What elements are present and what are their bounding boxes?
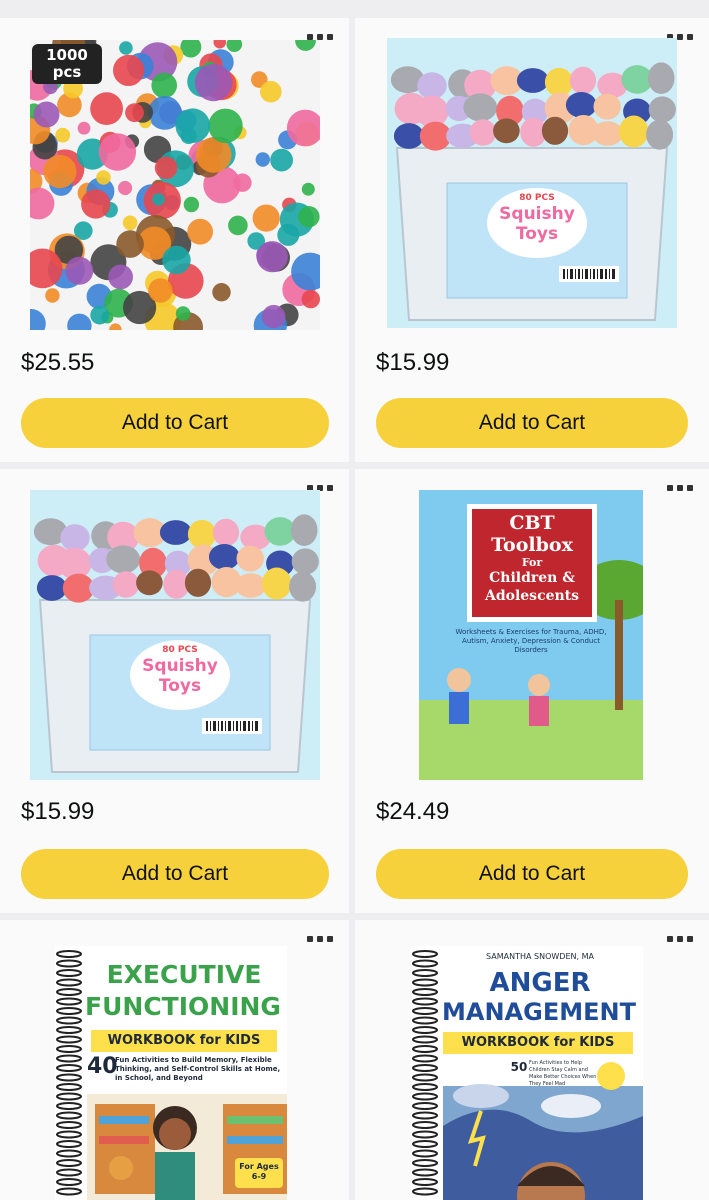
book-title-line-2: Toolbox bbox=[491, 534, 573, 556]
book-title-line-2: FUNCTIONING bbox=[85, 992, 281, 1021]
add-to-cart-button[interactable]: Add to Cart bbox=[376, 398, 688, 448]
box-title-line-1: Squishy bbox=[499, 204, 575, 224]
box-count-label: 80 PCS bbox=[519, 193, 555, 203]
product-grid: 1000 pcs $25.55 Add to Cart 80 PCS Squis… bbox=[0, 0, 709, 1200]
product-card[interactable]: 1000 pcs $25.55 Add to Cart bbox=[0, 18, 349, 462]
add-to-cart-button[interactable]: Add to Cart bbox=[376, 849, 688, 899]
product-price: $15.99 bbox=[376, 349, 450, 376]
product-card[interactable]: EXECUTIVE FUNCTIONING WORKBOOK for KIDS … bbox=[0, 920, 349, 1200]
product-card[interactable]: CBT Toolbox For Children & Adolescents W… bbox=[355, 469, 709, 913]
product-image[interactable]: SAMANTHA SNOWDEN, MA ANGER MANAGEMENT WO… bbox=[411, 946, 643, 1200]
box-title-line-2: Toys bbox=[158, 676, 202, 696]
product-card[interactable]: 80 PCS Squishy Toys $15.99 Add to Cart bbox=[0, 469, 349, 913]
box-title-line-1: Squishy bbox=[142, 656, 218, 676]
product-image[interactable]: 1000 pcs bbox=[30, 40, 320, 330]
book-title-line-3: WORKBOOK for KIDS bbox=[107, 1033, 261, 1048]
book-title-line-1: EXECUTIVE bbox=[106, 960, 262, 989]
box-count-label: 80 PCS bbox=[162, 645, 198, 655]
activities-count: 40 bbox=[87, 1054, 118, 1079]
product-image[interactable]: 80 PCS Squishy Toys bbox=[387, 38, 677, 328]
more-options-icon[interactable] bbox=[667, 485, 693, 491]
book-title-line-1: ANGER bbox=[489, 968, 591, 998]
box-title-line-2: Toys bbox=[515, 224, 559, 244]
product-price: $24.49 bbox=[376, 798, 450, 825]
product-image[interactable]: CBT Toolbox For Children & Adolescents W… bbox=[419, 490, 643, 780]
more-options-icon[interactable] bbox=[667, 936, 693, 942]
product-card[interactable]: 80 PCS Squishy Toys $15.99 Add to Cart bbox=[355, 18, 709, 462]
book-subtitle: Fun Activities to Build Memory, Flexible… bbox=[115, 1056, 281, 1082]
book-title-line-5: Adolescents bbox=[484, 588, 580, 604]
squishy-box-illustration bbox=[387, 38, 677, 328]
book-author: SAMANTHA SNOWDEN, MA bbox=[486, 952, 594, 961]
ages-label: For Ages 6-9 bbox=[239, 1162, 279, 1181]
book-title-line-3: WORKBOOK for KIDS bbox=[461, 1035, 615, 1050]
add-to-cart-button[interactable]: Add to Cart bbox=[21, 849, 329, 899]
book-title-line-2: MANAGEMENT bbox=[442, 998, 636, 1026]
add-to-cart-button[interactable]: Add to Cart bbox=[21, 398, 329, 448]
pieces-badge: 1000 pcs bbox=[32, 44, 102, 84]
book-subtitle: Fun Activities to Help Children Stay Cal… bbox=[529, 1060, 597, 1087]
product-card[interactable]: SAMANTHA SNOWDEN, MA ANGER MANAGEMENT WO… bbox=[355, 920, 709, 1200]
activities-count: 50 bbox=[510, 1060, 528, 1074]
product-price: $15.99 bbox=[21, 798, 95, 825]
product-image[interactable]: EXECUTIVE FUNCTIONING WORKBOOK for KIDS … bbox=[55, 946, 287, 1200]
book-title-line-1: CBT bbox=[509, 512, 555, 534]
squishy-box-illustration bbox=[30, 490, 320, 780]
book-title-line-3: For bbox=[521, 556, 543, 569]
book-title-line-4: Children & bbox=[489, 570, 575, 586]
product-image[interactable]: 80 PCS Squishy Toys bbox=[30, 490, 320, 780]
product-price: $25.55 bbox=[21, 349, 95, 376]
more-options-icon[interactable] bbox=[307, 936, 333, 942]
book-subtitle: Worksheets & Exercises for Trauma, ADHD,… bbox=[455, 628, 607, 654]
